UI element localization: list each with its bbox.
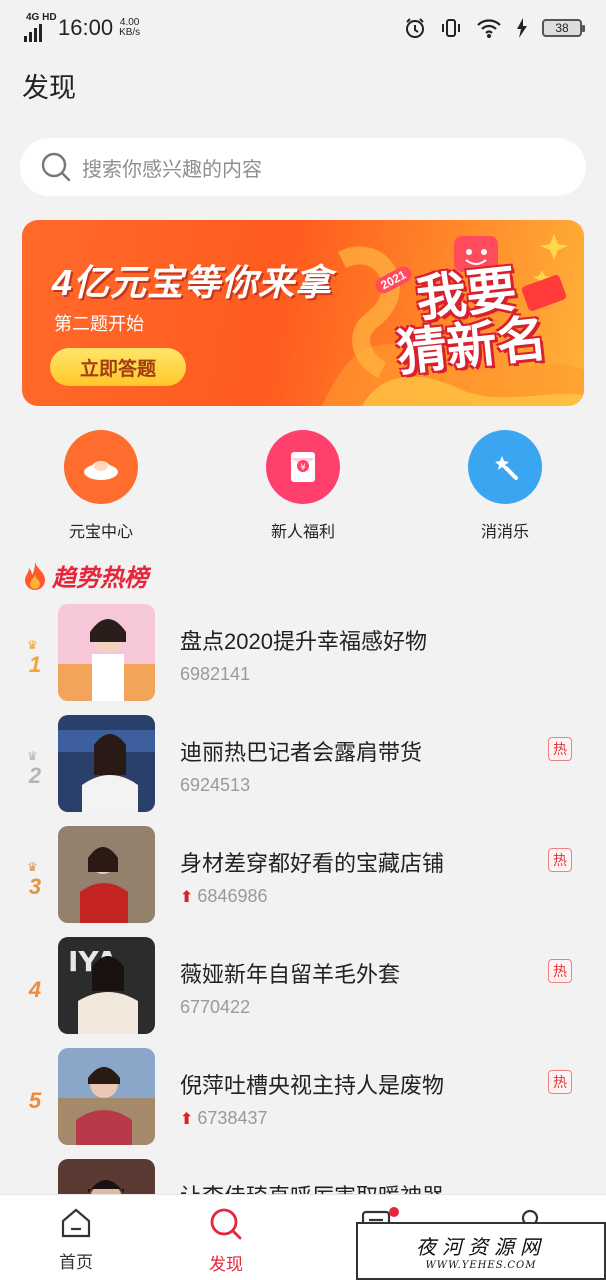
search-icon (210, 1208, 242, 1240)
search-bar[interactable]: 搜索你感兴趣的内容 (20, 138, 586, 196)
status-bar: 4G HD 16:00 4.00 KB/s 38 (0, 0, 606, 56)
item-count: 6770422 (180, 997, 250, 1018)
magic-wand-icon (468, 430, 542, 504)
item-title: 倪萍吐槽央视主持人是废物 (180, 1073, 445, 1098)
item-count: 6982141 (180, 664, 250, 685)
item-thumbnail: IYA (58, 937, 155, 1034)
rank-number: 2 (28, 763, 42, 788)
quick-entry-label: 新人福利 (270, 524, 335, 541)
search-placeholder: 搜索你感兴趣的内容 (82, 158, 262, 181)
nav-tab-home[interactable]: 首页 (26, 1207, 126, 1273)
quick-entry-match-game[interactable]: 消消乐 (440, 430, 570, 542)
item-title: 盘点2020提升幸福感好物 (180, 629, 427, 654)
watermark-title: 夜河资源网 (416, 1235, 546, 1259)
item-title: 薇娅新年自留羊毛外套 (180, 962, 401, 987)
hot-badge: 热 (548, 737, 572, 761)
crown-icon: ♛ (27, 749, 38, 763)
item-count-value: 6982141 (180, 664, 251, 684)
nav-tab-discover[interactable]: 发现 (176, 1207, 276, 1275)
trend-up-icon: ⬆ (180, 1110, 194, 1128)
battery-level: 38 (555, 21, 569, 35)
rank-number: 5 (28, 1088, 42, 1113)
trending-item[interactable]: ♛ 1 盘点2020提升幸福感好物 6982141 (0, 604, 606, 704)
quick-entry-new-user[interactable]: ¥ 新人福利 (238, 430, 368, 542)
rank-number: 3 (28, 874, 42, 899)
item-count: ⬆ 6846986 (180, 886, 267, 907)
item-thumbnail (58, 604, 155, 701)
banner-art-text: 我要 猜新名 (389, 260, 549, 381)
quick-entries: 元宝中心 ¥ 新人福利 消消乐 (0, 430, 606, 542)
flame-icon (25, 561, 45, 590)
trending-item[interactable]: 5 倪萍吐槽央视主持人是废物 ⬆ 6738437 热 (0, 1048, 606, 1148)
red-envelope-icon: ¥ (266, 430, 340, 504)
item-count-value: 6846986 (197, 886, 268, 906)
trending-item[interactable]: ♛ 2 迪丽热巴记者会露肩带货 6924513 热 (0, 715, 606, 815)
item-thumbnail (58, 826, 155, 923)
hot-badge: 热 (548, 1070, 572, 1094)
hot-badge: 热 (548, 848, 572, 872)
vibrate-icon (442, 19, 460, 37)
svg-text:¥: ¥ (300, 463, 306, 473)
item-count-value: 6738437 (197, 1108, 268, 1128)
item-thumbnail (58, 1048, 155, 1145)
item-count: 6924513 (180, 775, 250, 796)
unread-dot (389, 1207, 399, 1217)
trending-title: 趋势热榜 (52, 565, 148, 592)
clock: 16:00 (58, 15, 114, 40)
rank-number: 1 (28, 652, 42, 677)
item-count: ⬆ 6738437 (180, 1108, 267, 1129)
alarm-icon (406, 18, 424, 38)
quick-entry-ingot-center[interactable]: 元宝中心 (36, 430, 166, 542)
promo-banner[interactable]: 4亿元宝等你来拿 第二题开始 立即答题 2021 我要 猜新名 (22, 220, 584, 406)
signal-icon (24, 24, 42, 42)
quick-entry-label: 元宝中心 (68, 524, 133, 541)
answer-now-button[interactable]: 立即答题 (50, 348, 186, 386)
nav-tab-label: 首页 (59, 1253, 93, 1272)
battery-indicator: 38 (542, 19, 585, 37)
network-speed: 4.00 KB/s (119, 18, 140, 38)
wifi-icon (477, 19, 501, 38)
search-icon (41, 152, 71, 182)
banner-title: 4亿元宝等你来拿 (52, 262, 333, 303)
network-label: 4G HD (26, 12, 57, 23)
item-count-value: 6770422 (180, 997, 251, 1017)
trending-header: 趋势热榜 (22, 558, 148, 593)
item-thumbnail (58, 715, 155, 812)
banner-subtitle: 第二题开始 (54, 314, 144, 334)
trend-up-icon: ⬆ (180, 888, 194, 906)
item-title: 身材差穿都好看的宝藏店铺 (180, 851, 445, 876)
charging-icon (517, 18, 527, 38)
nav-tab-label: 发现 (209, 1255, 243, 1274)
crown-icon: ♛ (27, 860, 38, 874)
ingot-icon (64, 430, 138, 504)
crown-icon: ♛ (27, 638, 38, 652)
banner-art: 2021 我要 猜新名 (324, 220, 584, 406)
item-count-value: 6924513 (180, 775, 251, 795)
home-icon (61, 1208, 91, 1238)
hot-badge: 热 (548, 959, 572, 983)
rank-number: 4 (28, 977, 42, 1002)
item-title: 迪丽热巴记者会露肩带货 (180, 740, 423, 765)
speed-unit: KB/s (119, 27, 141, 38)
trending-item[interactable]: 4 IYA 薇娅新年自留羊毛外套 6770422 热 (0, 937, 606, 1037)
page-title: 发现 (22, 73, 76, 103)
watermark-url: WWW.YEHES.COM (425, 1260, 537, 1271)
quick-entry-label: 消消乐 (480, 524, 529, 541)
trending-item[interactable]: ♛ 3 身材差穿都好看的宝藏店铺 ⬆ 6846986 热 (0, 826, 606, 926)
watermark: 夜河资源网 WWW.YEHES.COM (356, 1222, 606, 1280)
